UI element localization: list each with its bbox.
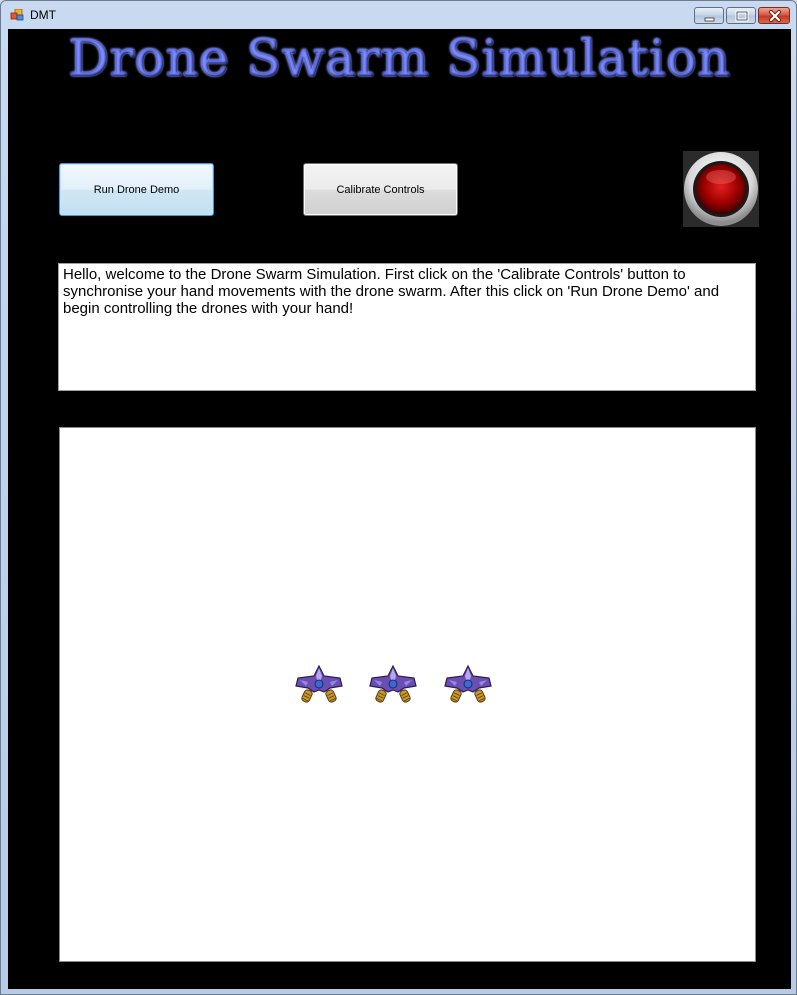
minimize-button[interactable] [694,7,724,24]
app-icon [10,9,24,21]
close-button[interactable] [758,7,790,24]
drone-sprite-icon [369,664,417,703]
window-controls [694,7,790,24]
maximize-button[interactable] [726,7,756,24]
title-bar[interactable]: DMT [1,1,796,29]
record-button-icon [684,152,758,226]
app-window: DMT Drone Swarm Simulation Run Drone Dem… [0,0,797,995]
app-heading: Drone Swarm Simulation [1,29,797,87]
drone-sprite-icon [295,664,343,703]
maximize-icon [735,10,749,22]
window-title: DMT [30,8,56,22]
instructions-text-box[interactable]: Hello, welcome to the Drone Swarm Simula… [58,263,756,391]
close-icon [769,10,781,22]
calibrate-controls-button[interactable]: Calibrate Controls [303,163,458,216]
simulation-panel[interactable] [59,427,756,962]
drone-sprite-icon [444,664,492,703]
minimize-icon [704,17,715,22]
record-button[interactable] [683,151,759,227]
run-drone-demo-button[interactable]: Run Drone Demo [59,163,214,216]
